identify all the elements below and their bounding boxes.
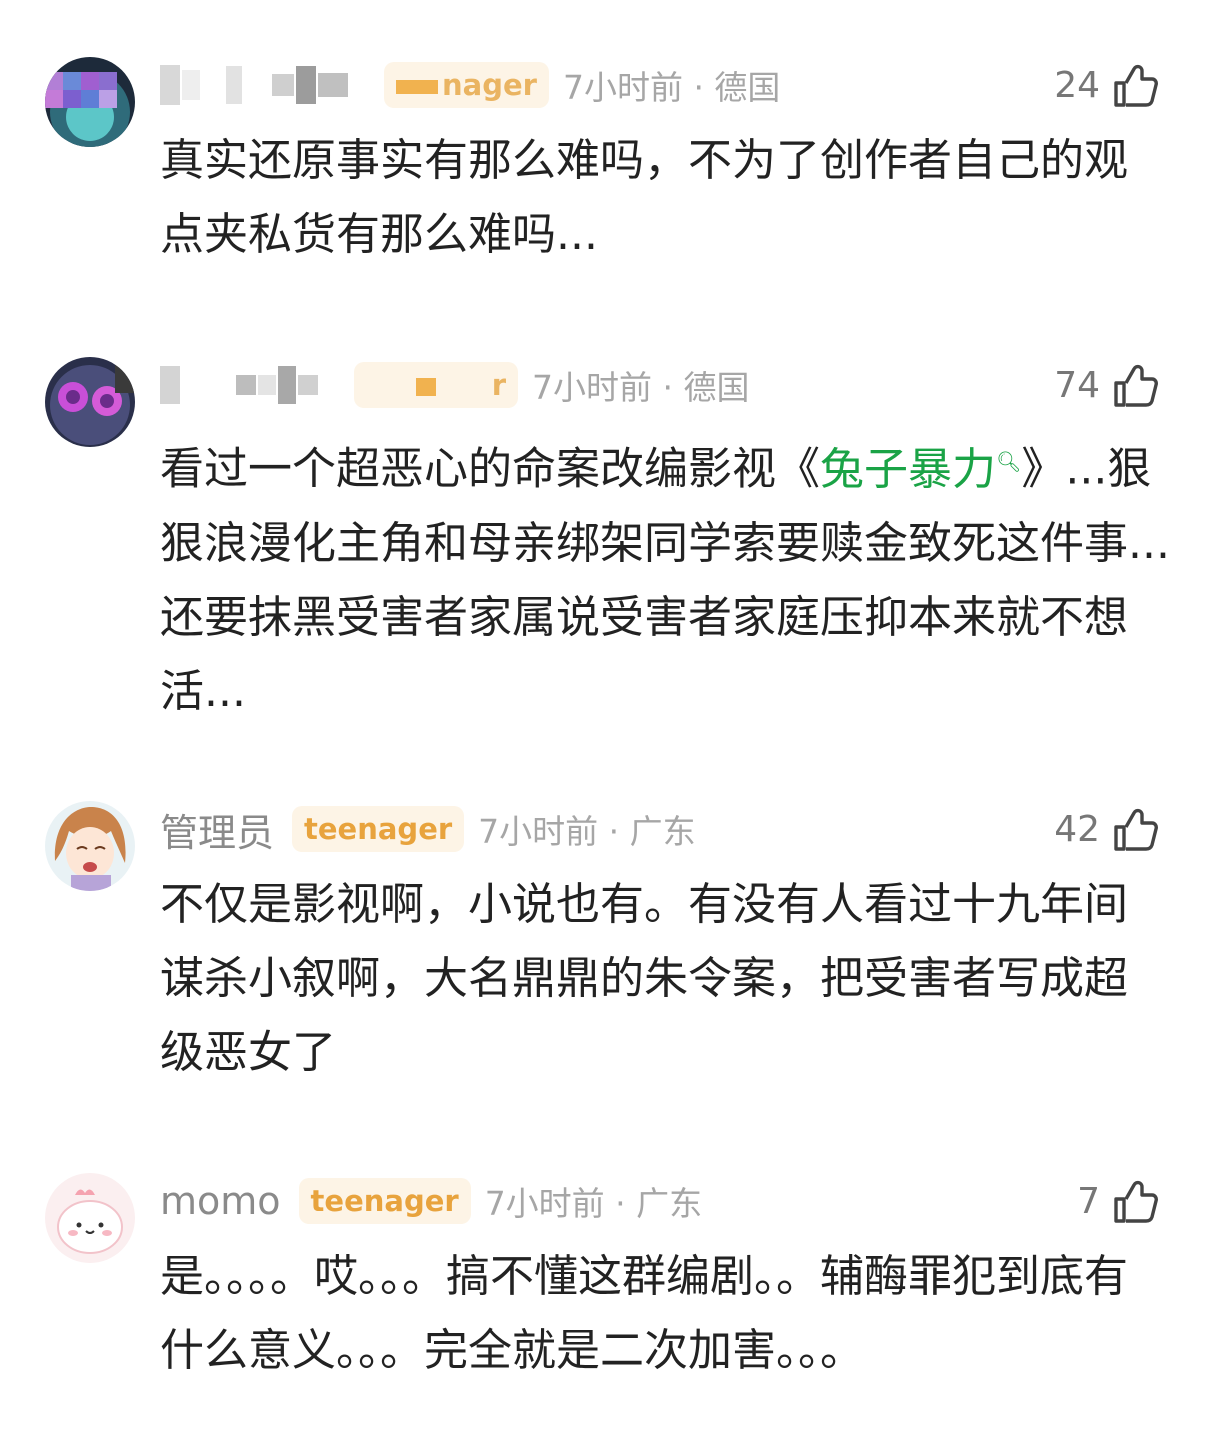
like-button[interactable]: 24 (1054, 57, 1160, 113)
time-location: 7小时前 · 德国 (562, 68, 781, 107)
thumbs-up-icon (1112, 1177, 1160, 1225)
comment-text-part: 看过一个超恶心的命案改编影视《 (160, 443, 820, 495)
avatar[interactable] (45, 1173, 135, 1263)
comment-text: 看过一个超恶心的命案改编影视《兔子暴力🔍︎》...狠狠浪漫化主角和母亲绑架同学索… (160, 424, 1170, 729)
like-button[interactable]: 74 (1054, 357, 1160, 413)
avatar[interactable] (45, 57, 135, 147)
comment-meta: 管理员 teenager 7小时前 · 广东 (160, 801, 696, 857)
level-badge: teenager (292, 806, 465, 852)
thumbs-up-icon (1112, 805, 1160, 853)
thumbs-up-icon (1112, 361, 1160, 409)
username-mosaic (160, 366, 320, 404)
avatar[interactable] (45, 357, 135, 447)
search-link[interactable]: 兔子暴力🔍︎ (820, 444, 1021, 495)
time-location: 7小时前 · 广东 (484, 1184, 703, 1223)
comment-text: 不仅是影视啊，小说也有。有没有人看过十九年间谋杀小叙啊，大名鼎鼎的朱令案，把受害… (160, 879, 1128, 1078)
like-count: 42 (1054, 808, 1100, 850)
avatar-image (45, 357, 135, 447)
like-button[interactable]: 42 (1054, 801, 1160, 857)
time-location: 7小时前 · 德国 (532, 368, 750, 407)
avatar[interactable] (45, 801, 135, 891)
username[interactable]: 管理员 (160, 802, 274, 857)
level-badge: r (354, 362, 518, 408)
comment-meta: momo teenager 7小时前 · 广东 (160, 1173, 702, 1229)
comment-meta: nager 7小时前 · 德国 (160, 57, 780, 113)
username-mosaic (160, 65, 350, 105)
like-count: 74 (1054, 364, 1100, 406)
like-count: 7 (1077, 1180, 1100, 1222)
level-badge: teenager (298, 1178, 471, 1224)
like-count: 24 (1054, 64, 1100, 106)
avatar-image (45, 1173, 135, 1263)
level-badge: nager (384, 62, 549, 108)
avatar-image (45, 801, 135, 891)
time-location: 7小时前 · 广东 (478, 812, 696, 851)
like-button[interactable]: 7 (1077, 1173, 1160, 1229)
avatar-image (45, 57, 135, 147)
thumbs-up-icon (1112, 61, 1160, 109)
username[interactable]: momo (160, 1179, 281, 1223)
comment-meta: r 7小时前 · 德国 (160, 357, 749, 413)
comment-text: 是。。。。哎。。。搞不懂这群编剧。。辅酶罪犯到底有什么意义。。。完全就是二次加害… (160, 1251, 1128, 1376)
search-icon: 🔍︎ (996, 449, 1022, 473)
comment-text: 真实还原事实有那么难吗，不为了创作者自己的观点夹私货有那么难吗... (160, 135, 1128, 260)
